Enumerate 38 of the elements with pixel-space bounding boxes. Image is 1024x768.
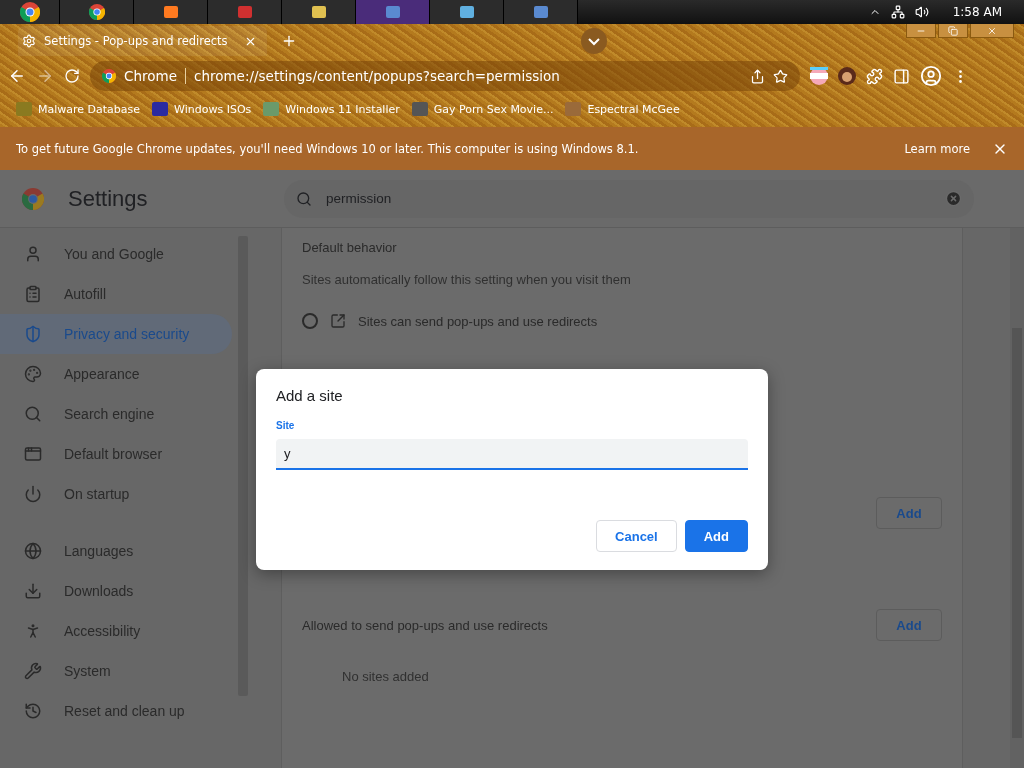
site-label: Chrome	[124, 68, 186, 84]
settings-title: Settings	[68, 185, 149, 212]
learn-more-link[interactable]: Learn more	[904, 141, 970, 156]
sidebar-item[interactable]: Default browser	[0, 434, 232, 474]
dialog-title: Add a site	[276, 387, 344, 404]
section-heading: Default behavior	[302, 240, 398, 255]
site-input-field[interactable]: y	[276, 439, 748, 470]
sidebar-item[interactable]: Downloads	[0, 571, 232, 611]
bookmark[interactable]: Espectral McGee	[565, 102, 680, 116]
cancel-button[interactable]: Cancel	[596, 520, 677, 552]
bookmark[interactable]: Windows 11 Installer	[263, 102, 400, 116]
bookmark[interactable]: Gay Porn Sex Movie...	[411, 102, 554, 116]
address-bar[interactable]: Chrome chrome://settings/content/popups?search=permission	[90, 61, 800, 91]
empty-list-text: No sites added	[341, 669, 430, 684]
option-label: Sites can send pop-ups and use redirects	[358, 313, 598, 329]
add-button[interactable]: Add	[876, 497, 942, 529]
clock: 1:58 AM	[952, 5, 1002, 19]
bookmark[interactable]: Malware Database	[16, 102, 141, 116]
url-text: chrome://settings/content/popups?search=permission	[193, 68, 561, 84]
list-title: Allowed to send pop-ups and use redirects	[302, 617, 548, 633]
field-label: Site	[276, 420, 296, 431]
sidebar-item[interactable]: Appearance	[0, 354, 232, 394]
add-button[interactable]: Add	[876, 609, 942, 641]
search-field[interactable]: permission	[284, 179, 974, 218]
sidebar-item[interactable]: Languages	[0, 531, 232, 571]
sidebar-item[interactable]: On startup	[0, 474, 232, 514]
bookmark[interactable]: Windows ISOs	[152, 102, 252, 116]
add-button[interactable]: Add	[684, 520, 748, 552]
sidebar-item[interactable]: Autofill	[0, 274, 232, 314]
sidebar-item[interactable]: Search engine	[0, 394, 232, 434]
sidebar-item[interactable]: You and Google	[0, 234, 232, 274]
sidebar-item[interactable]: Accessibility	[0, 611, 232, 651]
section-description: Sites automatically follow this setting when you visit them	[302, 272, 632, 287]
infobar-message: To get future Google Chrome updates, you'll need Windows 10 or later. This computer is using Windows 8.1.	[16, 141, 640, 156]
sidebar-item[interactable]: Reset and clean up	[0, 691, 232, 731]
sidebar-item[interactable]: System	[0, 651, 232, 691]
sidebar-item[interactable]: Privacy and security	[0, 314, 232, 354]
browser-tab[interactable]: Settings - Pop-ups and redirects	[18, 26, 267, 56]
